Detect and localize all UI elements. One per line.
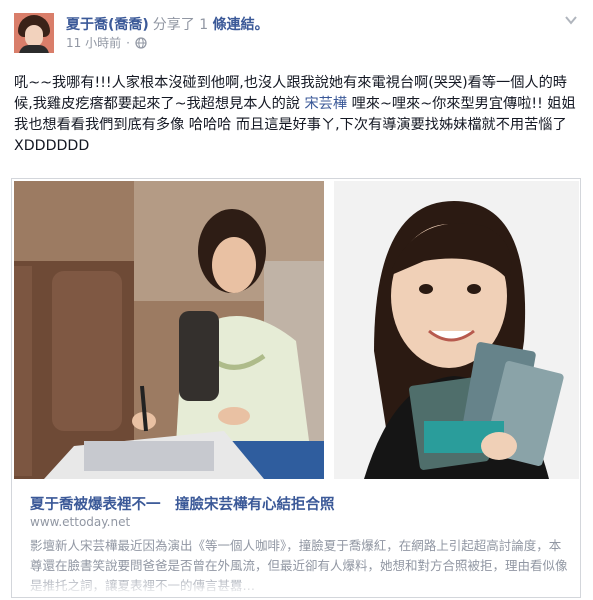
tagged-person[interactable]: 宋芸樺: [304, 96, 347, 112]
link-attachment[interactable]: 夏于喬被爆表裡不一 撞臉宋芸樺有心結拒合照 www.ettoday.net 影壇…: [11, 178, 581, 598]
post-time[interactable]: 11 小時前: [66, 34, 121, 51]
link-count: 1: [199, 17, 209, 33]
globe-icon[interactable]: [135, 36, 147, 49]
dot-separator: ·: [126, 35, 130, 50]
link-domain: www.ettoday.net: [30, 515, 131, 529]
chevron-down-icon[interactable]: [563, 14, 579, 26]
avatar[interactable]: [14, 13, 54, 53]
facebook-post: 夏于喬(喬喬) 分享了 1 條連結。 11 小時前 · 吼~~我哪有!!!人家根本…: [0, 0, 593, 600]
fade-overlay: [12, 573, 580, 597]
author-name[interactable]: 夏于喬(喬喬): [66, 17, 149, 33]
share-action: 分享了 1 條連結。: [152, 17, 269, 33]
photo-portrait[interactable]: [334, 181, 579, 479]
post-meta: 11 小時前 ·: [66, 34, 147, 51]
link-word[interactable]: 條連結。: [213, 17, 269, 33]
post-header: 夏于喬(喬喬) 分享了 1 條連結。: [66, 14, 269, 34]
post-message: 吼~~我哪有!!!人家根本沒碰到他啊,也沒人跟我說她有來電視台啊(哭哭)看等一個…: [14, 75, 576, 154]
photo-signing[interactable]: [14, 181, 324, 479]
link-title[interactable]: 夏于喬被爆表裡不一 撞臉宋芸樺有心結拒合照: [30, 493, 335, 514]
